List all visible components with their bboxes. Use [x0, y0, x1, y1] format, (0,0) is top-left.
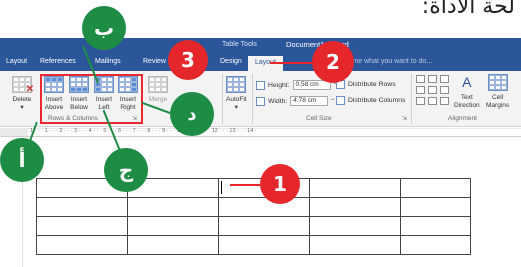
callout-2-arrow: [270, 62, 312, 64]
distribute-rows-button[interactable]: Distribute Rows: [336, 80, 396, 89]
delete-label: Delete: [12, 96, 32, 103]
cell-margins-button[interactable]: Cell Margins: [486, 74, 509, 110]
align-top-center-icon[interactable]: [428, 75, 437, 83]
align-top-right-icon[interactable]: [440, 75, 449, 83]
cell-margins-icon: [487, 74, 508, 91]
table-cell[interactable]: [36, 197, 128, 217]
distribute-columns-button[interactable]: Distribute Columns: [336, 96, 405, 105]
table-cell[interactable]: [309, 197, 401, 217]
table-cell[interactable]: [36, 235, 128, 255]
tab-review[interactable]: Review: [143, 58, 166, 65]
title-bar: [0, 38, 521, 56]
table-cell[interactable]: [400, 178, 471, 198]
document-table[interactable]: [36, 178, 471, 255]
callout-jeem: ج: [104, 148, 148, 192]
width-label: Width:: [268, 97, 288, 105]
distribute-columns-icon: [336, 96, 345, 105]
text-direction-label-2: Direction: [454, 102, 480, 109]
callout-1-arrow: [230, 184, 262, 186]
width-spinner-icon[interactable]: ⌃: [330, 98, 335, 105]
align-bottom-left-icon[interactable]: [416, 97, 425, 105]
align-middle-center-icon[interactable]: [428, 86, 437, 94]
height-label: Height:: [268, 81, 290, 89]
row-height-icon: [256, 80, 265, 90]
callout-dal: د: [170, 92, 214, 136]
instruction-heading: لحة الأداة:: [421, 0, 515, 19]
column-width-icon: [256, 96, 265, 106]
table-cell[interactable]: [218, 197, 310, 217]
text-cursor: [221, 181, 222, 194]
callout-2: 2: [312, 41, 354, 83]
ribbon-separator: [411, 74, 412, 124]
text-direction-label-1: Text: [460, 94, 473, 101]
table-cell[interactable]: [127, 197, 219, 217]
table-cell[interactable]: [127, 235, 219, 255]
alignment-grid: [416, 75, 449, 105]
alignment-group-label: Alignment: [448, 115, 477, 122]
table-row: [36, 178, 471, 198]
align-bottom-center-icon[interactable]: [428, 97, 437, 105]
align-top-left-icon[interactable]: [416, 75, 425, 83]
table-tools-label: Table Tools: [222, 41, 257, 48]
text-direction-button[interactable]: A Text Direction: [454, 74, 480, 110]
table-cell[interactable]: [309, 235, 401, 255]
ruler-numbers: 1 · · · 1 · · · 2 · · · 3 · · · 4 · · · …: [30, 128, 257, 134]
width-input[interactable]: 4.78 cm: [290, 96, 329, 106]
align-middle-right-icon[interactable]: [440, 86, 449, 94]
merge-cells-icon: [148, 76, 168, 93]
ribbon-separator: [222, 74, 223, 124]
delete-button[interactable]: ✕ Delete ▾: [12, 76, 34, 112]
cell-margins-label-1: Cell: [491, 94, 504, 101]
table-row: [36, 197, 471, 217]
text-direction-icon: A: [462, 74, 472, 90]
dropdown-arrow-icon: ▾: [234, 104, 238, 111]
table-cell[interactable]: [36, 216, 128, 236]
tab-references[interactable]: References: [40, 58, 76, 65]
callout-1: 1: [260, 164, 300, 204]
table-cell[interactable]: [400, 216, 471, 236]
table-cell[interactable]: [127, 216, 219, 236]
merge-button[interactable]: Merge: [148, 76, 168, 104]
table-cell[interactable]: [218, 235, 310, 255]
autofit-button[interactable]: AutoFit ▾: [226, 76, 247, 112]
cell-size-group-label: Cell Size: [306, 115, 332, 122]
distribute-rows-label: Distribute Rows: [348, 81, 396, 88]
table-cell[interactable]: [218, 216, 310, 236]
merge-label: Merge: [148, 96, 168, 103]
ribbon-separator: [252, 74, 253, 124]
distribute-columns-label: Distribute Columns: [348, 97, 406, 104]
table-row: [36, 235, 471, 255]
align-bottom-right-icon[interactable]: [440, 97, 449, 105]
table-cell[interactable]: [309, 178, 401, 198]
table-cell[interactable]: [400, 197, 471, 217]
cell-size-launcher-icon[interactable]: ⇲: [402, 115, 407, 122]
tab-mailings[interactable]: Mailings: [95, 58, 121, 65]
dropdown-arrow-icon: ▾: [20, 104, 24, 111]
width-row: Width: 4.78 cm ⌃: [256, 96, 335, 106]
cell-margins-label-2: Margins: [486, 102, 510, 109]
table-row: [36, 216, 471, 236]
autofit-label: AutoFit: [226, 96, 247, 103]
callout-alef: أ: [0, 138, 44, 182]
callout-3: 3: [168, 40, 208, 80]
rows-columns-highlight: [40, 74, 143, 124]
autofit-icon: [226, 76, 247, 93]
callout-beh: ب: [82, 6, 126, 50]
tab-layout-page[interactable]: Layout: [6, 58, 27, 65]
table-cell[interactable]: [400, 235, 471, 255]
tab-design[interactable]: Design: [220, 58, 242, 65]
align-middle-left-icon[interactable]: [416, 86, 425, 94]
table-cell[interactable]: [309, 216, 401, 236]
delete-table-icon: ✕: [12, 76, 34, 95]
